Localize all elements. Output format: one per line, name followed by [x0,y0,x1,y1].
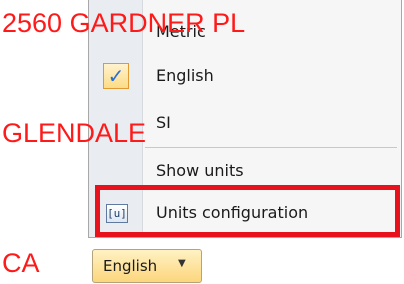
menu-item-label: English [156,66,214,85]
chevron-down-icon: ▼ [178,258,186,269]
address-street: 2560 GARDNER PL [2,8,246,38]
address-city: GLENDALE [2,118,147,148]
dropdown-value: English [103,257,158,275]
checkmark-icon: ✓ [103,63,129,89]
annotation-highlight-box [95,185,400,237]
address-state: CA [2,248,40,278]
menu-separator [145,147,397,148]
menu-item-show-units[interactable]: Show units [89,153,401,189]
menu-item-label: SI [156,113,171,132]
menu-item-label: Show units [156,161,244,180]
menu-item-english[interactable]: ✓ English [89,58,401,94]
units-dropdown-button[interactable]: English ▼ [92,249,202,283]
